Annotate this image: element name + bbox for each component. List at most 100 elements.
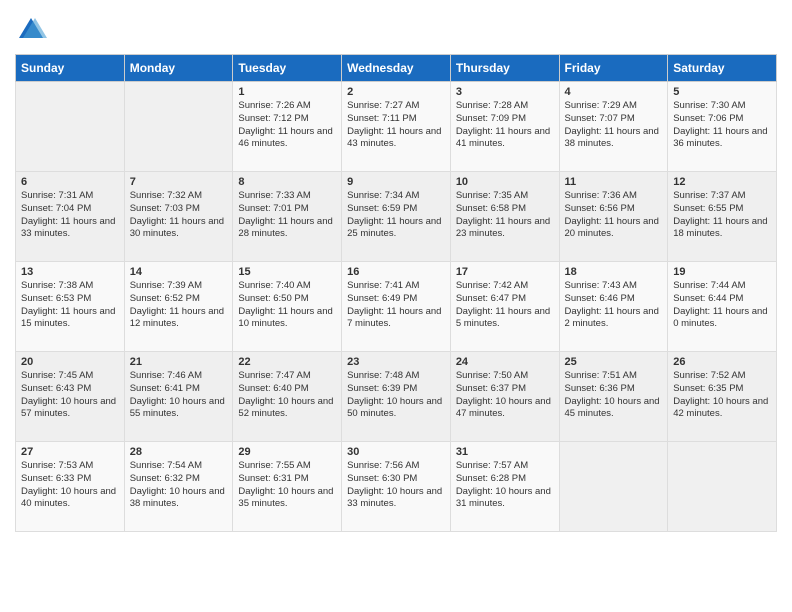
cell-info: Sunrise: 7:34 AMSunset: 6:59 PMDaylight:… [347,190,441,239]
cell-info: Sunrise: 7:36 AMSunset: 6:56 PMDaylight:… [565,190,659,239]
cell-info: Sunrise: 7:33 AMSunset: 7:01 PMDaylight:… [238,190,332,239]
header-day-friday: Friday [559,55,668,82]
calendar-cell: 7Sunrise: 7:32 AMSunset: 7:03 PMDaylight… [124,172,233,262]
day-number: 23 [347,356,445,368]
cell-info: Sunrise: 7:54 AMSunset: 6:32 PMDaylight:… [130,460,225,509]
day-number: 31 [456,446,554,458]
calendar-cell: 25 Sunrise: 7:51 AMSunset: 6:36 PMDayligh… [559,352,668,442]
cell-info: Sunrise: 7:48 AMSunset: 6:39 PMDaylight:… [347,370,442,419]
cell-info: Sunrise: 7:45 AMSunset: 6:43 PMDaylight:… [21,370,116,419]
day-number: 8 [238,176,336,188]
calendar-cell: 11 Sunrise: 7:36 AMSunset: 6:56 PMDayligh… [559,172,668,262]
cell-info: Sunrise: 7:46 AMSunset: 6:41 PMDaylight:… [130,370,225,419]
day-number: 12 [673,176,771,188]
calendar-cell: 23 Sunrise: 7:48 AMSunset: 6:39 PMDayligh… [342,352,451,442]
calendar-cell: 17 Sunrise: 7:42 AMSunset: 6:47 PMDayligh… [450,262,559,352]
day-number: 4 [565,86,663,98]
cell-info: Sunrise: 7:50 AMSunset: 6:37 PMDaylight:… [456,370,551,419]
day-number: 2 [347,86,445,98]
day-number: 27 [21,446,119,458]
calendar-cell: 9 Sunrise: 7:34 AMSunset: 6:59 PMDaylight… [342,172,451,262]
calendar-cell: 5 Sunrise: 7:30 AMSunset: 7:06 PMDaylight… [668,82,777,172]
calendar-cell: 16 Sunrise: 7:41 AMSunset: 6:49 PMDayligh… [342,262,451,352]
calendar-cell: 29 Sunrise: 7:55 AMSunset: 6:31 PMDayligh… [233,442,342,532]
calendar-cell: 10Sunrise: 7:35 AMSunset: 6:58 PMDayligh… [450,172,559,262]
day-number: 19 [673,266,771,278]
day-number: 6 [21,176,119,188]
calendar-cell: 31 Sunrise: 7:57 AMSunset: 6:28 PMDayligh… [450,442,559,532]
day-number: 30 [347,446,445,458]
day-number: 21 [130,356,228,368]
calendar-cell: 20Sunrise: 7:45 AMSunset: 6:43 PMDayligh… [16,352,125,442]
calendar-cell: 1 Sunrise: 7:26 AMSunset: 7:12 PMDaylight… [233,82,342,172]
cell-info: Sunrise: 7:38 AMSunset: 6:53 PMDaylight:… [21,280,115,329]
calendar-cell [668,442,777,532]
cell-info: Sunrise: 7:35 AMSunset: 6:58 PMDaylight:… [456,190,550,239]
calendar-table: SundayMondayTuesdayWednesdayThursdayFrid… [15,54,777,532]
calendar-cell: 3 Sunrise: 7:28 AMSunset: 7:09 PMDaylight… [450,82,559,172]
cell-info: Sunrise: 7:51 AMSunset: 6:36 PMDaylight:… [565,370,660,419]
header [15,10,777,46]
cell-info: Sunrise: 7:41 AMSunset: 6:49 PMDaylight:… [347,280,441,329]
calendar-cell: 27 Sunrise: 7:53 AMSunset: 6:33 PMDayligh… [16,442,125,532]
calendar-cell: 21 Sunrise: 7:46 AMSunset: 6:41 PMDayligh… [124,352,233,442]
day-number: 3 [456,86,554,98]
cell-info: Sunrise: 7:37 AMSunset: 6:55 PMDaylight:… [673,190,767,239]
day-number: 28 [130,446,228,458]
day-number: 11 [565,176,663,188]
cell-info: Sunrise: 7:44 AMSunset: 6:44 PMDaylight:… [673,280,767,329]
day-number: 17 [456,266,554,278]
header-day-saturday: Saturday [668,55,777,82]
calendar-cell: 13 Sunrise: 7:38 AMSunset: 6:53 PMDayligh… [16,262,125,352]
calendar-cell: 28 Sunrise: 7:54 AMSunset: 6:32 PMDayligh… [124,442,233,532]
calendar-cell: 19 Sunrise: 7:44 AMSunset: 6:44 PMDayligh… [668,262,777,352]
week-row-0: 1 Sunrise: 7:26 AMSunset: 7:12 PMDaylight… [16,82,777,172]
day-number: 25 [565,356,663,368]
cell-info: Sunrise: 7:28 AMSunset: 7:09 PMDaylight:… [456,100,550,149]
calendar-page: SundayMondayTuesdayWednesdayThursdayFrid… [0,0,792,612]
header-day-wednesday: Wednesday [342,55,451,82]
cell-info: Sunrise: 7:57 AMSunset: 6:28 PMDaylight:… [456,460,551,509]
calendar-cell: 12 Sunrise: 7:37 AMSunset: 6:55 PMDayligh… [668,172,777,262]
logo-icon [15,14,47,46]
calendar-cell [124,82,233,172]
day-number: 24 [456,356,554,368]
cell-info: Sunrise: 7:43 AMSunset: 6:46 PMDaylight:… [565,280,659,329]
calendar-cell [559,442,668,532]
cell-info: Sunrise: 7:26 AMSunset: 7:12 PMDaylight:… [238,100,332,149]
calendar-cell: 30 Sunrise: 7:56 AMSunset: 6:30 PMDayligh… [342,442,451,532]
cell-info: Sunrise: 7:53 AMSunset: 6:33 PMDaylight:… [21,460,116,509]
cell-info: Sunrise: 7:52 AMSunset: 6:35 PMDaylight:… [673,370,768,419]
cell-info: Sunrise: 7:56 AMSunset: 6:30 PMDaylight:… [347,460,442,509]
week-row-2: 13 Sunrise: 7:38 AMSunset: 6:53 PMDayligh… [16,262,777,352]
header-day-sunday: Sunday [16,55,125,82]
calendar-cell: 24 Sunrise: 7:50 AMSunset: 6:37 PMDayligh… [450,352,559,442]
day-number: 16 [347,266,445,278]
day-number: 9 [347,176,445,188]
day-number: 26 [673,356,771,368]
cell-info: Sunrise: 7:31 AMSunset: 7:04 PMDaylight:… [21,190,115,239]
calendar-cell: 15Sunrise: 7:40 AMSunset: 6:50 PMDayligh… [233,262,342,352]
calendar-cell: 8 Sunrise: 7:33 AMSunset: 7:01 PMDaylight… [233,172,342,262]
cell-info: Sunrise: 7:39 AMSunset: 6:52 PMDaylight:… [130,280,224,329]
cell-info: Sunrise: 7:27 AMSunset: 7:11 PMDaylight:… [347,100,441,149]
week-row-1: 6 Sunrise: 7:31 AMSunset: 7:04 PMDaylight… [16,172,777,262]
calendar-cell: 26 Sunrise: 7:52 AMSunset: 6:35 PMDayligh… [668,352,777,442]
day-number: 1 [238,86,336,98]
cell-info: Sunrise: 7:55 AMSunset: 6:31 PMDaylight:… [238,460,333,509]
day-number: 5 [673,86,771,98]
cell-info: Sunrise: 7:29 AMSunset: 7:07 PMDaylight:… [565,100,659,149]
calendar-body: 1 Sunrise: 7:26 AMSunset: 7:12 PMDaylight… [16,82,777,532]
header-row: SundayMondayTuesdayWednesdayThursdayFrid… [16,55,777,82]
calendar-cell: 14 Sunrise: 7:39 AMSunset: 6:52 PMDayligh… [124,262,233,352]
cell-info: Sunrise: 7:42 AMSunset: 6:47 PMDaylight:… [456,280,550,329]
day-number: 14 [130,266,228,278]
header-day-monday: Monday [124,55,233,82]
day-number: 13 [21,266,119,278]
cell-info: Sunrise: 7:30 AMSunset: 7:06 PMDaylight:… [673,100,767,149]
day-number: 7 [130,176,228,188]
day-number: 29 [238,446,336,458]
week-row-4: 27 Sunrise: 7:53 AMSunset: 6:33 PMDayligh… [16,442,777,532]
calendar-header: SundayMondayTuesdayWednesdayThursdayFrid… [16,55,777,82]
week-row-3: 20Sunrise: 7:45 AMSunset: 6:43 PMDayligh… [16,352,777,442]
